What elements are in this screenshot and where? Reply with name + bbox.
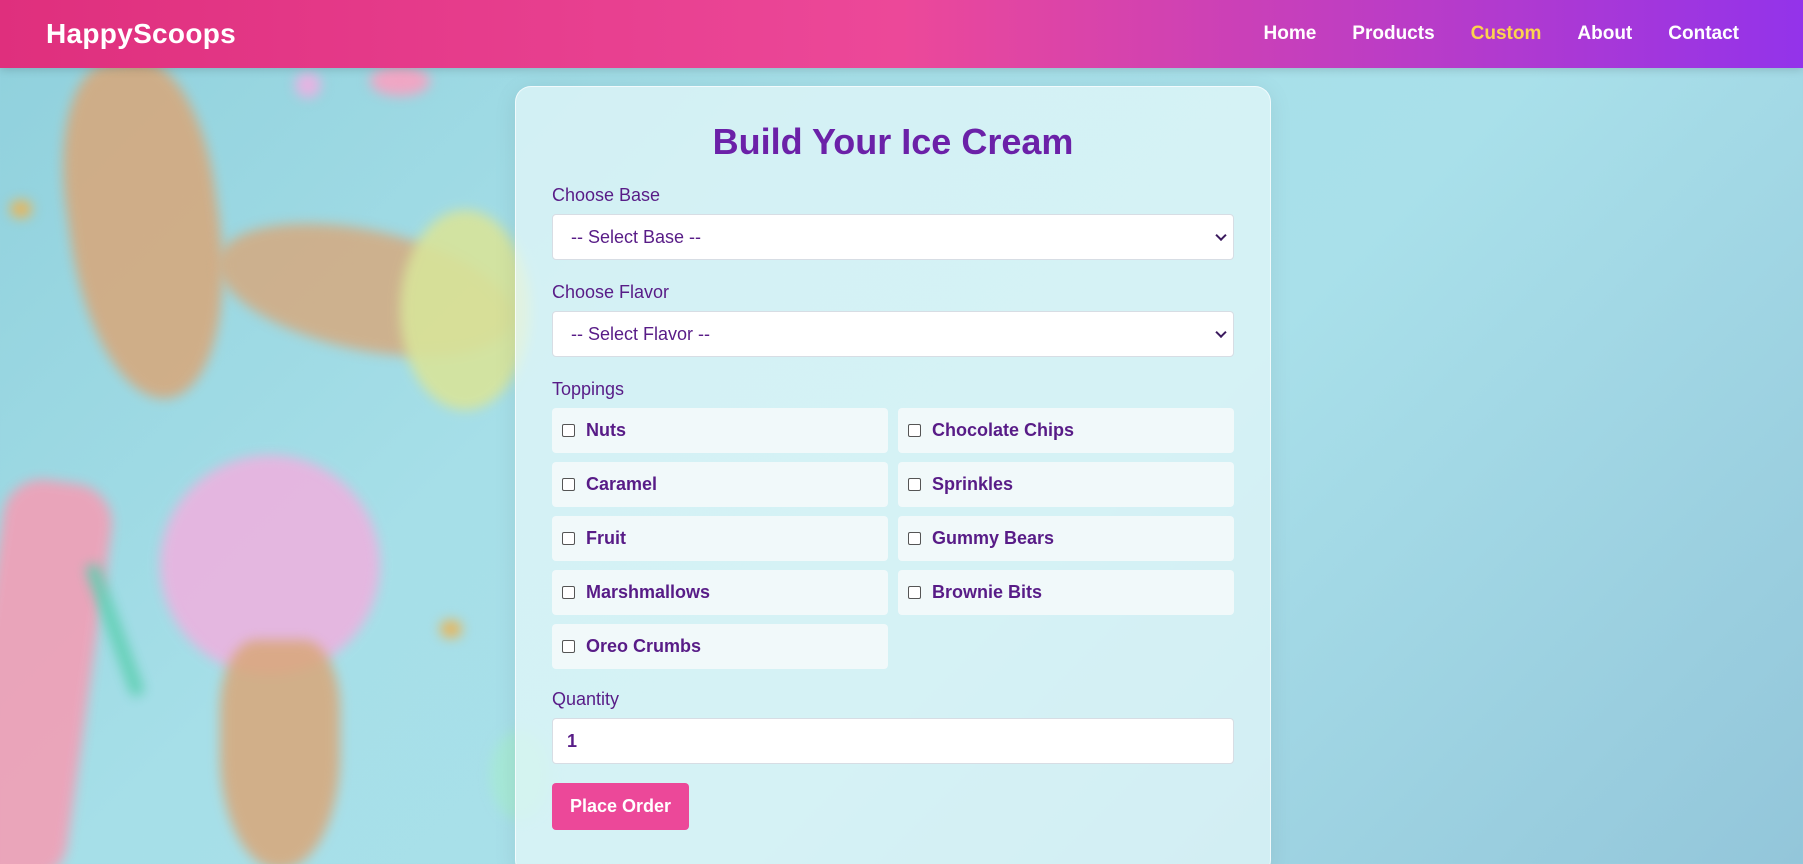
- topping-label: Nuts: [586, 420, 626, 440]
- flavor-select[interactable]: -- Select Flavor --: [552, 311, 1234, 357]
- brand-logo[interactable]: HappyScoops: [46, 18, 236, 50]
- topping-label: Caramel: [586, 474, 658, 494]
- flavor-select-value: -- Select Flavor --: [571, 323, 711, 344]
- topping-label: Fruit: [586, 528, 626, 548]
- base-select[interactable]: -- Select Base --: [552, 214, 1234, 260]
- topping-checkbox[interactable]: [562, 532, 575, 545]
- flavor-label: Choose Flavor: [552, 282, 670, 302]
- topping-nuts[interactable]: Nuts: [552, 408, 888, 453]
- topping-brownie-bits[interactable]: Brownie Bits: [898, 570, 1234, 615]
- nav-link-about[interactable]: About: [1577, 23, 1632, 45]
- place-order-button[interactable]: Place Order: [552, 783, 690, 830]
- topping-checkbox[interactable]: [908, 586, 921, 599]
- builder-card: Build Your Ice Cream Choose Base -- Sele…: [515, 86, 1271, 864]
- topping-chocolate-chips[interactable]: Chocolate Chips: [898, 408, 1234, 453]
- topping-label: Marshmallows: [586, 582, 711, 602]
- quantity-value: 1: [567, 730, 578, 751]
- topping-gummy-bears[interactable]: Gummy Bears: [898, 516, 1234, 561]
- quantity-label: Quantity: [552, 689, 620, 709]
- topping-fruit[interactable]: Fruit: [552, 516, 888, 561]
- page-title: Build Your Ice Cream: [712, 121, 1074, 162]
- topping-oreo-crumbs[interactable]: Oreo Crumbs: [552, 624, 888, 669]
- topping-checkbox[interactable]: [562, 478, 575, 491]
- topping-sprinkles[interactable]: Sprinkles: [898, 462, 1234, 507]
- topping-label: Brownie Bits: [932, 582, 1043, 602]
- nav-link-products[interactable]: Products: [1352, 23, 1434, 45]
- topping-marshmallows[interactable]: Marshmallows: [552, 570, 888, 615]
- base-label: Choose Base: [552, 185, 661, 205]
- topping-checkbox[interactable]: [908, 424, 921, 437]
- quantity-input[interactable]: 1: [552, 718, 1234, 764]
- chevron-down-icon: [1215, 229, 1227, 242]
- nav-links: Home Products Custom About Contact: [1264, 23, 1740, 45]
- topping-caramel[interactable]: Caramel: [552, 462, 888, 507]
- topping-checkbox[interactable]: [562, 424, 575, 437]
- topping-checkbox[interactable]: [908, 478, 921, 491]
- topping-label: Chocolate Chips: [932, 420, 1075, 440]
- topping-label: Sprinkles: [932, 474, 1014, 494]
- topping-checkbox[interactable]: [562, 640, 575, 653]
- toppings-grid: Nuts Chocolate Chips Caramel Sprinkles F…: [552, 408, 1234, 669]
- top-navbar: HappyScoops Home Products Custom About C…: [0, 0, 1803, 68]
- topping-checkbox[interactable]: [562, 586, 575, 599]
- chevron-down-icon: [1215, 326, 1227, 339]
- nav-link-custom[interactable]: Custom: [1471, 23, 1542, 45]
- nav-link-contact[interactable]: Contact: [1668, 23, 1739, 45]
- toppings-label: Toppings: [552, 379, 625, 399]
- topping-label: Oreo Crumbs: [586, 636, 702, 656]
- topping-checkbox[interactable]: [908, 532, 921, 545]
- nav-link-home[interactable]: Home: [1264, 23, 1317, 45]
- topping-label: Gummy Bears: [932, 528, 1055, 548]
- base-select-value: -- Select Base --: [571, 226, 702, 247]
